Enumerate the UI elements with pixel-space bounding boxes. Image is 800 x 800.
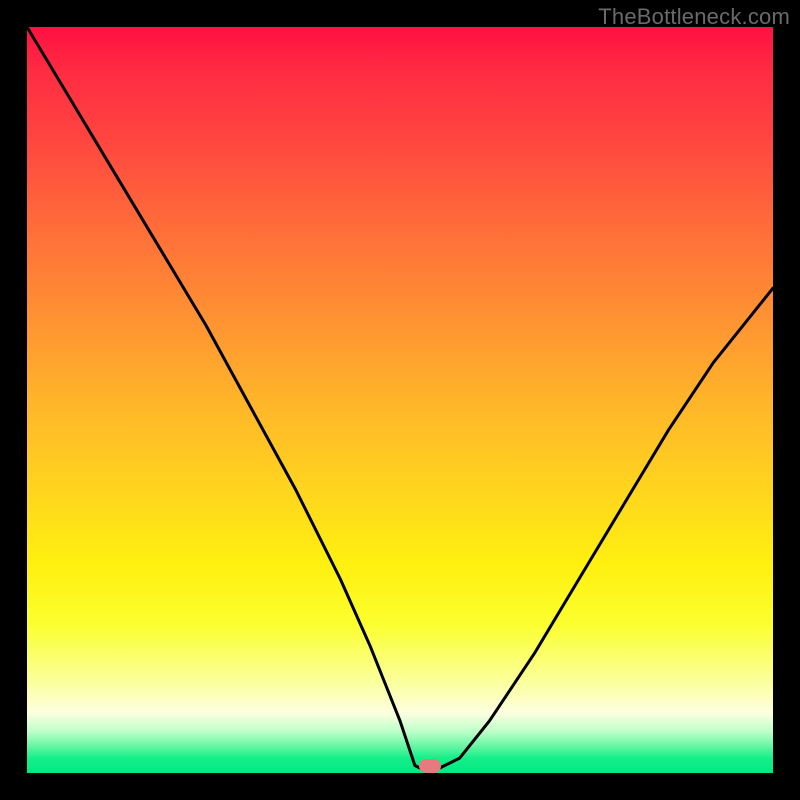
- watermark-text: TheBottleneck.com: [598, 4, 790, 30]
- chart-frame: TheBottleneck.com: [0, 0, 800, 800]
- bottleneck-curve: [27, 27, 773, 773]
- plot-area: [27, 27, 773, 773]
- optimum-marker: [419, 759, 441, 773]
